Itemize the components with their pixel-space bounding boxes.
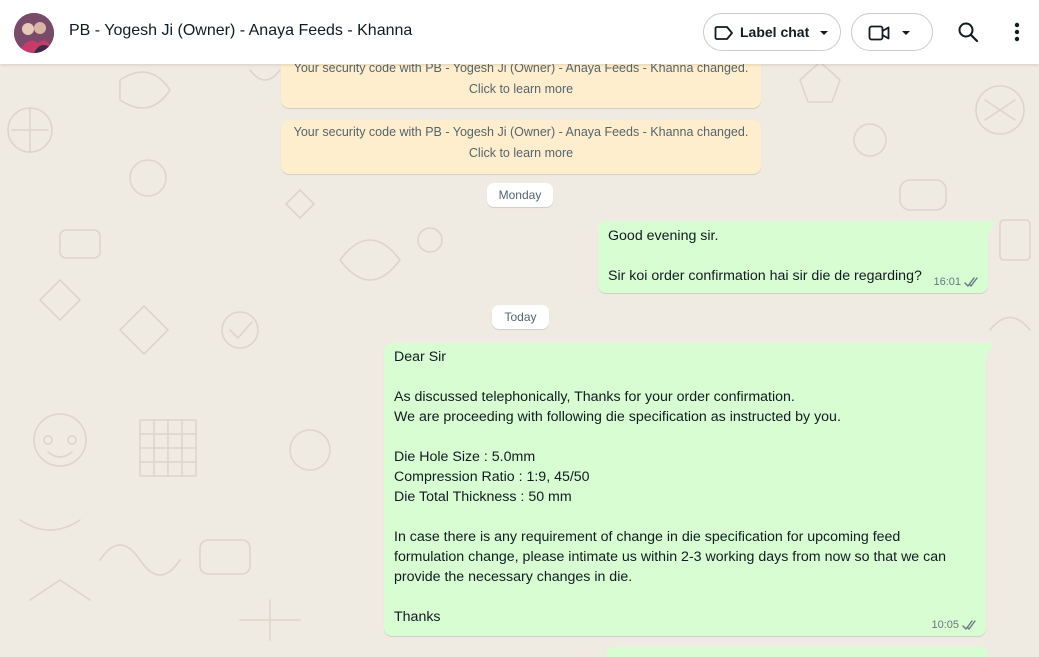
avatar-image — [14, 13, 54, 53]
chevron-down-icon — [902, 31, 910, 35]
message-meta: 16:01 — [933, 276, 980, 288]
bubble-tail — [988, 221, 996, 234]
message-line: Die Hole Size : 5.0mm — [394, 449, 536, 465]
message-line: provide the necessary changes in die. — [394, 569, 633, 585]
video-call-button[interactable] — [851, 13, 933, 51]
contact-avatar[interactable] — [14, 13, 54, 53]
message-line: Die Total Thickness : 50 mm — [394, 489, 572, 505]
chat-header: PB - Yogesh Ji (Owner) - Anaya Feeds - K… — [0, 0, 1039, 64]
message-line: As discussed telephonically, Thanks for … — [394, 389, 795, 405]
double-tick-icon — [962, 619, 976, 630]
message-line: We are proceeding with following die spe… — [394, 409, 841, 425]
chevron-down-icon — [820, 31, 828, 35]
menu-icon[interactable] — [1008, 20, 1026, 44]
label-chat-button[interactable]: Label chat — [703, 13, 841, 51]
learn-more-link[interactable]: Click to learn more — [281, 79, 761, 100]
message-line: Dear Sir — [394, 349, 447, 365]
message-line: Sir koi order confirmation hai sir die d… — [608, 268, 922, 284]
outgoing-message[interactable]: Dear Sir As discussed telephonically, Th… — [384, 343, 994, 636]
outgoing-message-partial[interactable] — [606, 647, 988, 657]
security-notice-text: Your security code with PB - Yogesh Ji (… — [293, 125, 749, 139]
message-line: Compression Ratio : 1:9, 45/50 — [394, 469, 590, 485]
message-meta: 10:05 — [931, 619, 978, 631]
date-divider-today: Today — [492, 305, 549, 329]
date-divider-monday: Monday — [487, 183, 553, 207]
video-icon — [868, 25, 890, 41]
message-line: Good evening sir. — [608, 228, 719, 244]
contact-name[interactable]: PB - Yogesh Ji (Owner) - Anaya Feeds - K… — [69, 22, 412, 40]
message-list[interactable]: Your security code with PB - Yogesh Ji (… — [0, 56, 1039, 657]
label-icon — [714, 26, 733, 40]
security-code-notice[interactable]: Your security code with PB - Yogesh Ji (… — [281, 120, 761, 174]
label-chat-text: Label chat — [740, 24, 810, 40]
bubble-tail — [986, 343, 994, 356]
message-line: Thanks — [394, 609, 441, 625]
message-time: 10:05 — [931, 619, 959, 631]
search-icon[interactable] — [956, 20, 980, 44]
learn-more-link[interactable]: Click to learn more — [281, 143, 761, 164]
outgoing-message[interactable]: Good evening sir. Sir koi order confirma… — [598, 221, 996, 293]
message-time: 16:01 — [933, 276, 961, 288]
double-tick-icon — [964, 276, 978, 287]
message-line: In case there is any requirement of chan… — [394, 529, 901, 545]
message-line: formulation change, please intimate us w… — [394, 549, 947, 565]
